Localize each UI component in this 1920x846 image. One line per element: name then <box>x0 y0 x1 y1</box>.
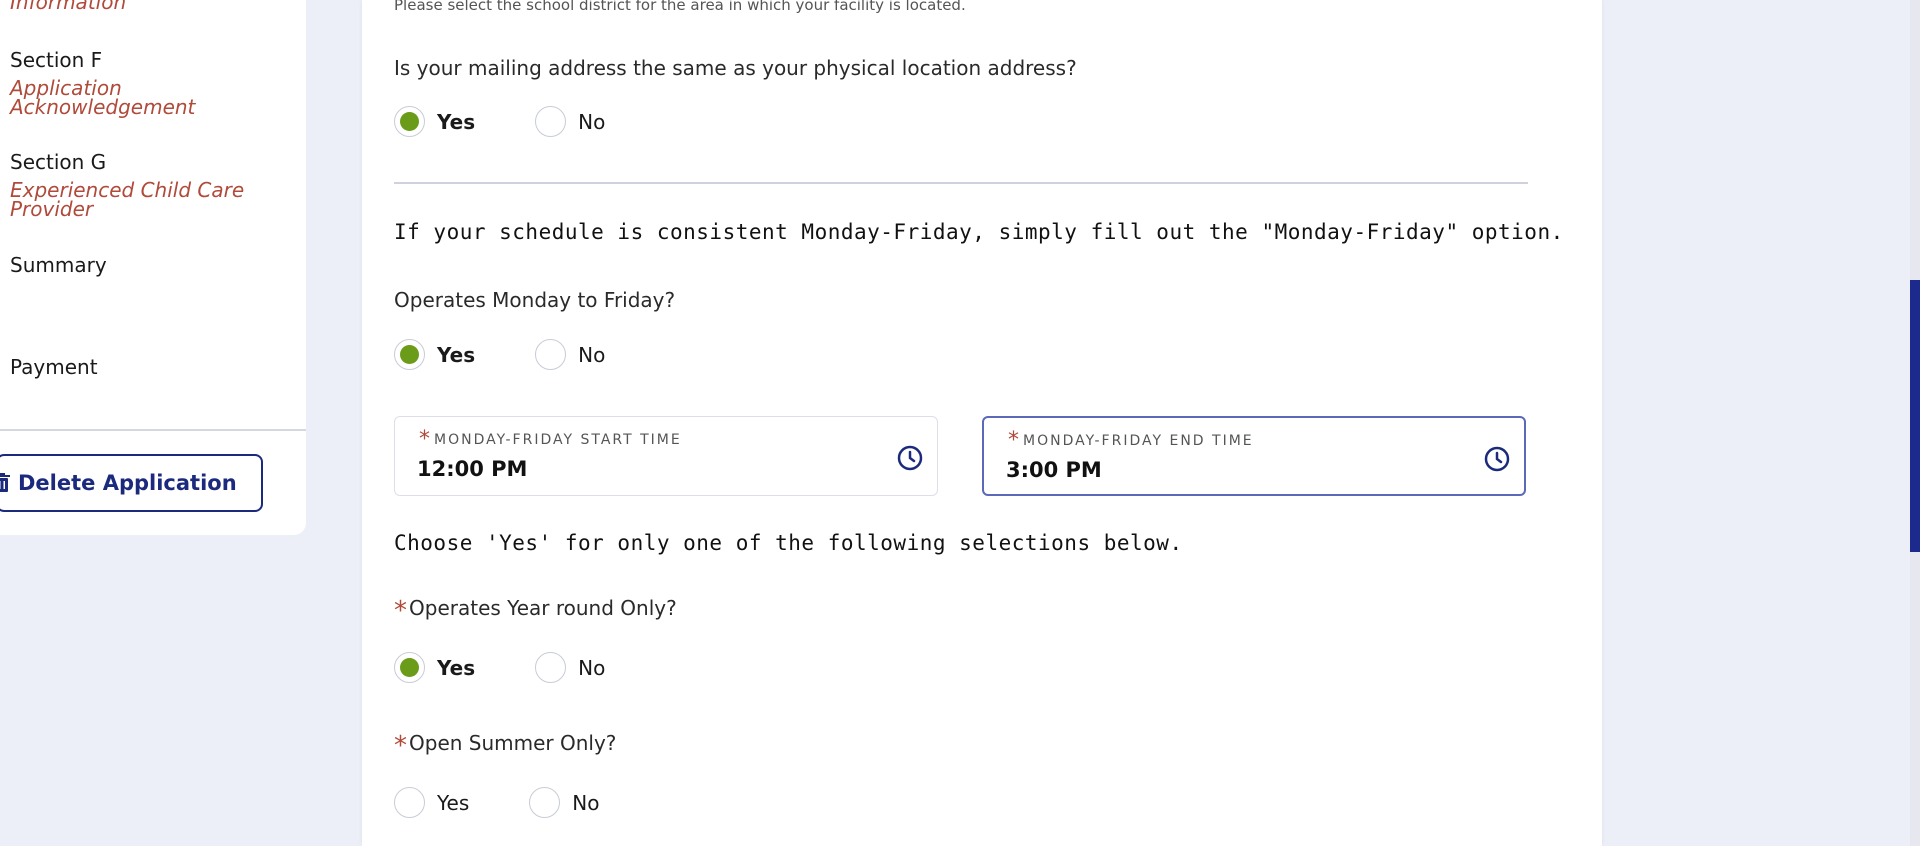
start-time-value: 12:00 PM <box>417 457 528 481</box>
operates-mf-question: Operates Monday to Friday? <box>394 288 676 312</box>
sidebar-item-payment[interactable]: Payment <box>10 355 98 379</box>
end-time-field[interactable]: * MONDAY-FRIDAY END TIME 3:00 PM <box>982 416 1526 496</box>
radio-circle <box>535 339 567 370</box>
mailing-yes-radio[interactable]: Yes <box>394 106 475 137</box>
year-round-radio-group: Yes No <box>394 652 665 683</box>
mailing-address-radio-group: Yes No <box>394 106 665 137</box>
sidebar-item-summary[interactable]: Summary <box>10 253 107 277</box>
operates-mf-radio-group: Yes No <box>394 339 665 370</box>
radio-circle <box>394 787 425 818</box>
mailing-address-question: Is your mailing address the same as your… <box>394 56 1077 80</box>
radio-label: Yes <box>437 790 470 815</box>
sidebar-sub-information: Information <box>10 0 127 14</box>
radio-circle <box>529 787 561 818</box>
radio-circle <box>535 106 567 137</box>
school-district-help-text: Please select the school district for th… <box>394 0 966 14</box>
sidebar-item-label: Section G <box>10 150 107 174</box>
radio-label: Yes <box>437 655 476 680</box>
sidebar-item-section-f[interactable]: Section F Application Acknowledgement <box>10 48 195 117</box>
form-card: Please select the school district for th… <box>362 0 1602 846</box>
radio-label: Yes <box>437 109 476 134</box>
sidebar-divider <box>0 429 306 431</box>
summer-radio-group: Yes No <box>394 787 660 818</box>
delete-application-button[interactable]: Delete Application <box>0 454 263 512</box>
schedule-instruction: If your schedule is consistent Monday-Fr… <box>394 220 1564 244</box>
radio-label: No <box>578 109 606 134</box>
radio-circle <box>394 652 425 683</box>
sidebar-sub-label: Provider <box>10 197 94 221</box>
operates-mf-no-radio[interactable]: No <box>535 339 605 370</box>
radio-label: No <box>578 655 606 680</box>
year-round-no-radio[interactable]: No <box>535 652 605 683</box>
operates-mf-yes-radio[interactable]: Yes <box>394 339 475 370</box>
radio-label: No <box>572 790 600 815</box>
end-time-label: * MONDAY-FRIDAY END TIME <box>1008 428 1254 453</box>
radio-label: No <box>578 342 606 367</box>
summer-question: * Open Summer Only? <box>394 731 617 761</box>
trash-icon <box>0 473 10 493</box>
clock-icon[interactable] <box>1484 446 1510 472</box>
mailing-no-radio[interactable]: No <box>535 106 605 137</box>
start-time-label: * MONDAY-FRIDAY START TIME <box>419 427 682 452</box>
start-time-field[interactable]: * MONDAY-FRIDAY START TIME 12:00 PM <box>394 416 938 496</box>
section-divider <box>394 182 1528 184</box>
summer-no-radio[interactable]: No <box>529 787 600 818</box>
sidebar-sub-label: Acknowledgement <box>10 95 196 119</box>
radio-circle <box>394 339 425 370</box>
radio-circle <box>535 652 567 683</box>
sidebar-item-label: Section F <box>10 48 103 72</box>
summer-yes-radio[interactable]: Yes <box>394 787 469 818</box>
delete-application-label: Delete Application <box>18 471 237 495</box>
radio-label: Yes <box>437 342 476 367</box>
sidebar-nav: Information Section F Application Acknow… <box>0 0 306 535</box>
year-round-yes-radio[interactable]: Yes <box>394 652 475 683</box>
end-time-value: 3:00 PM <box>1006 458 1102 482</box>
sidebar-item-section-g[interactable]: Section G Experienced Child Care Provide… <box>10 150 244 219</box>
scrollbar-thumb[interactable] <box>1910 280 1920 552</box>
scrollbar-track[interactable] <box>1910 0 1920 846</box>
radio-circle <box>394 106 425 137</box>
clock-icon[interactable] <box>897 445 923 471</box>
choose-instruction: Choose 'Yes' for only one of the followi… <box>394 531 1183 555</box>
year-round-question: * Operates Year round Only? <box>394 596 677 626</box>
